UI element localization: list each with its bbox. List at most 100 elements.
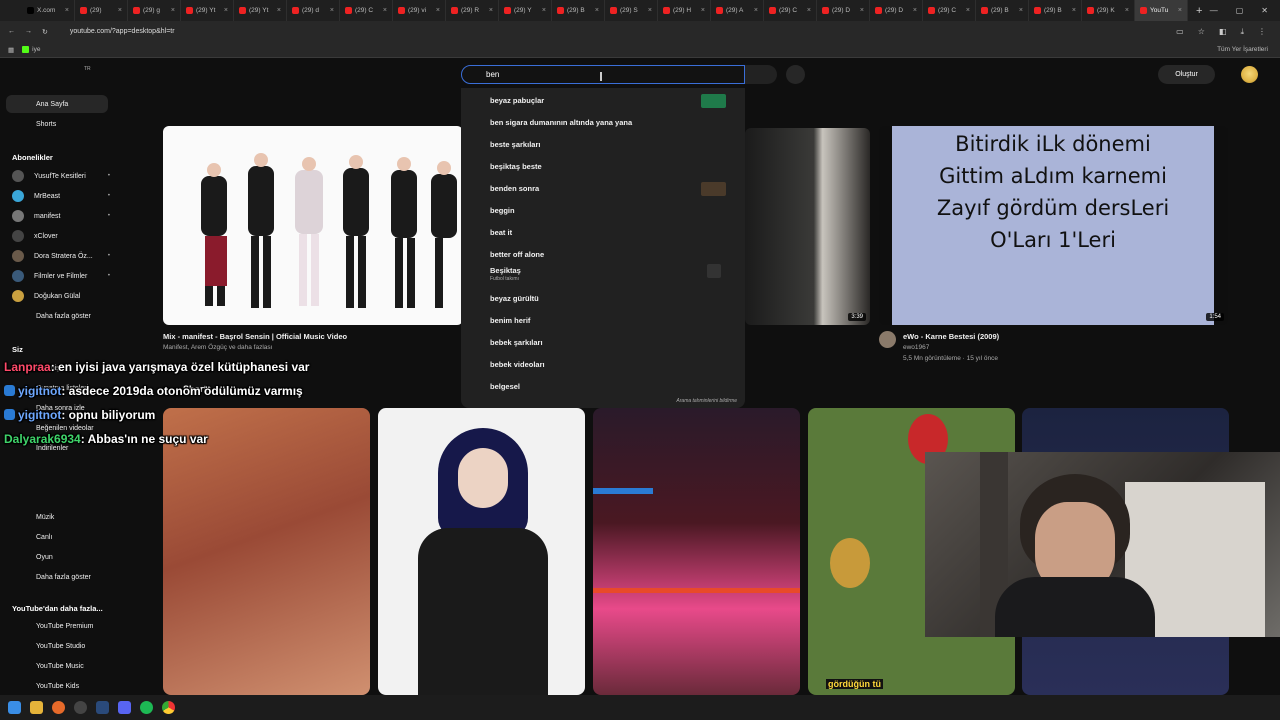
search-suggestion[interactable]: beat it xyxy=(490,228,512,237)
reload-icon[interactable]: ↻ xyxy=(42,28,48,36)
browser-tab[interactable]: (29) vi × xyxy=(393,0,446,21)
tab-close-icon[interactable]: × xyxy=(277,7,281,14)
sidebar-item-home[interactable]: Ana Sayfa xyxy=(6,95,108,113)
sidebar-item-youtube-product[interactable]: YouTube Music xyxy=(6,657,108,675)
steam-icon[interactable] xyxy=(96,701,109,714)
sidebar-item-shorts[interactable]: Shorts xyxy=(6,115,108,133)
account-avatar[interactable] xyxy=(1241,66,1258,83)
bookmark-star-icon[interactable]: ☆ xyxy=(1198,27,1205,37)
browser-tab[interactable]: X.com × xyxy=(22,0,75,21)
tab-close-icon[interactable]: × xyxy=(913,7,917,14)
browser-tab[interactable]: (29) Yt × xyxy=(234,0,287,21)
tab-close-icon[interactable]: × xyxy=(542,7,546,14)
new-tab-button[interactable]: + xyxy=(1196,5,1202,17)
extensions-icon[interactable]: ◧ xyxy=(1219,27,1227,37)
maximize-icon[interactable]: ▢ xyxy=(1236,6,1244,15)
tab-close-icon[interactable]: × xyxy=(860,7,864,14)
download-icon[interactable]: ⤓ xyxy=(1240,27,1244,37)
sidebar-item-youtube-product[interactable]: YouTube Premium xyxy=(6,617,108,635)
forward-icon[interactable]: → xyxy=(25,28,32,35)
close-icon[interactable]: ✕ xyxy=(1261,6,1268,15)
sidebar-item-explore[interactable]: Oyun xyxy=(6,548,108,566)
search-suggestion[interactable]: beyaz gürültü xyxy=(490,294,539,303)
search-suggestion[interactable]: beşiktaş beste xyxy=(490,162,542,171)
create-button[interactable]: Oluştur xyxy=(1158,65,1215,84)
apps-icon[interactable]: ▦ xyxy=(8,46,14,54)
discord-icon[interactable] xyxy=(118,701,131,714)
search-input[interactable]: ben xyxy=(461,65,745,84)
subscription-item[interactable]: Dora Stratera Öz... • xyxy=(12,250,110,262)
video-thumbnail-2[interactable]: 3:39 xyxy=(745,128,870,325)
subscription-item[interactable]: MrBeast • xyxy=(12,190,110,202)
tab-close-icon[interactable]: × xyxy=(330,7,334,14)
tab-close-icon[interactable]: × xyxy=(595,7,599,14)
cast-icon[interactable]: ▭ xyxy=(1176,27,1184,37)
search-suggestion[interactable]: benim herif xyxy=(490,316,530,325)
search-suggestion[interactable]: beggin xyxy=(490,206,515,215)
search-suggestion[interactable]: beyaz pabuçlar xyxy=(490,96,544,105)
tab-close-icon[interactable]: × xyxy=(65,7,69,14)
tab-close-icon[interactable]: × xyxy=(966,7,970,14)
browser-tab[interactable]: (29) B × xyxy=(1029,0,1082,21)
tab-close-icon[interactable]: × xyxy=(118,7,122,14)
minimize-icon[interactable]: — xyxy=(1210,6,1218,15)
subscription-item[interactable]: Doğukan Gülal xyxy=(12,290,110,302)
browser-tab[interactable]: YouTu × xyxy=(1135,0,1188,21)
sidebar-item-explore[interactable]: Canlı xyxy=(6,528,108,546)
sidebar-item-explore[interactable]: Daha fazla göster xyxy=(6,568,108,586)
channel-avatar-3[interactable] xyxy=(879,331,896,348)
search-suggestion[interactable]: ben sigara dumanının altında yana yana xyxy=(490,118,632,127)
browser-tab[interactable]: (29) K × xyxy=(1082,0,1135,21)
search-suggestion[interactable]: benden sonra xyxy=(490,184,539,193)
browser-tab[interactable]: (29) D × xyxy=(870,0,923,21)
search-suggestion[interactable]: Beşiktaş Futbol takımı xyxy=(490,266,521,282)
tab-close-icon[interactable]: × xyxy=(701,7,705,14)
report-predictions-link[interactable]: Arama tahminlerini bildirme xyxy=(676,398,737,404)
browser-tab[interactable]: (29) d × xyxy=(287,0,340,21)
short-card-3[interactable] xyxy=(593,408,800,695)
browser-tab[interactable]: (29) C × xyxy=(764,0,817,21)
subscription-item[interactable]: Filmler ve Filmler • xyxy=(12,270,110,282)
tab-close-icon[interactable]: × xyxy=(383,7,387,14)
firefox-icon[interactable] xyxy=(52,701,65,714)
sidebar-item-explore[interactable]: Müzik xyxy=(6,508,108,526)
show-more-subscriptions[interactable]: Daha fazla göster xyxy=(6,307,108,325)
tab-close-icon[interactable]: × xyxy=(1178,7,1182,14)
tab-close-icon[interactable]: × xyxy=(224,7,228,14)
tab-close-icon[interactable]: × xyxy=(1125,7,1129,14)
browser-tab[interactable]: (29) B × xyxy=(552,0,605,21)
search-suggestion[interactable]: belgesel xyxy=(490,382,520,391)
chrome-icon[interactable] xyxy=(162,701,175,714)
video-title-3[interactable]: eWo - Karne Bestesi (2009) xyxy=(903,332,999,341)
sidebar-item-youtube-product[interactable]: YouTube Kids xyxy=(6,677,108,695)
subscription-item[interactable]: YusufTe Kesitleri • xyxy=(12,170,110,182)
tab-close-icon[interactable]: × xyxy=(1072,7,1076,14)
obs-icon[interactable] xyxy=(74,701,87,714)
browser-tab[interactable]: (29) Y × xyxy=(499,0,552,21)
tab-close-icon[interactable]: × xyxy=(489,7,493,14)
menu-icon[interactable]: ⋮ xyxy=(1258,27,1266,37)
file-explorer-icon[interactable] xyxy=(30,701,43,714)
browser-tab[interactable]: (29) B × xyxy=(976,0,1029,21)
tab-close-icon[interactable]: × xyxy=(1019,7,1023,14)
browser-tab[interactable]: (29) S × xyxy=(605,0,658,21)
tab-close-icon[interactable]: × xyxy=(436,7,440,14)
browser-tab[interactable]: (29) C × xyxy=(923,0,976,21)
subscription-item[interactable]: manifest • xyxy=(12,210,110,222)
short-card-1[interactable] xyxy=(163,408,370,695)
url-field[interactable]: youtube.com/?app=desktop&hl=tr xyxy=(70,28,175,35)
tab-close-icon[interactable]: × xyxy=(648,7,652,14)
search-button[interactable] xyxy=(745,65,777,84)
search-suggestion[interactable]: better off alone xyxy=(490,250,544,259)
short-card-2[interactable] xyxy=(378,408,585,695)
spotify-icon[interactable] xyxy=(140,701,153,714)
browser-tab[interactable]: (29) R × xyxy=(446,0,499,21)
bookmark-item[interactable]: iye xyxy=(22,46,40,53)
video-thumbnail-1[interactable] xyxy=(163,126,463,325)
browser-tab[interactable]: (29) D × xyxy=(817,0,870,21)
subscription-item[interactable]: xClover xyxy=(12,230,110,242)
browser-tab[interactable]: (29) H × xyxy=(658,0,711,21)
browser-tab[interactable]: (29) g × xyxy=(128,0,181,21)
browser-tab[interactable]: (29) C × xyxy=(340,0,393,21)
browser-tab[interactable]: (29) Yt × xyxy=(181,0,234,21)
